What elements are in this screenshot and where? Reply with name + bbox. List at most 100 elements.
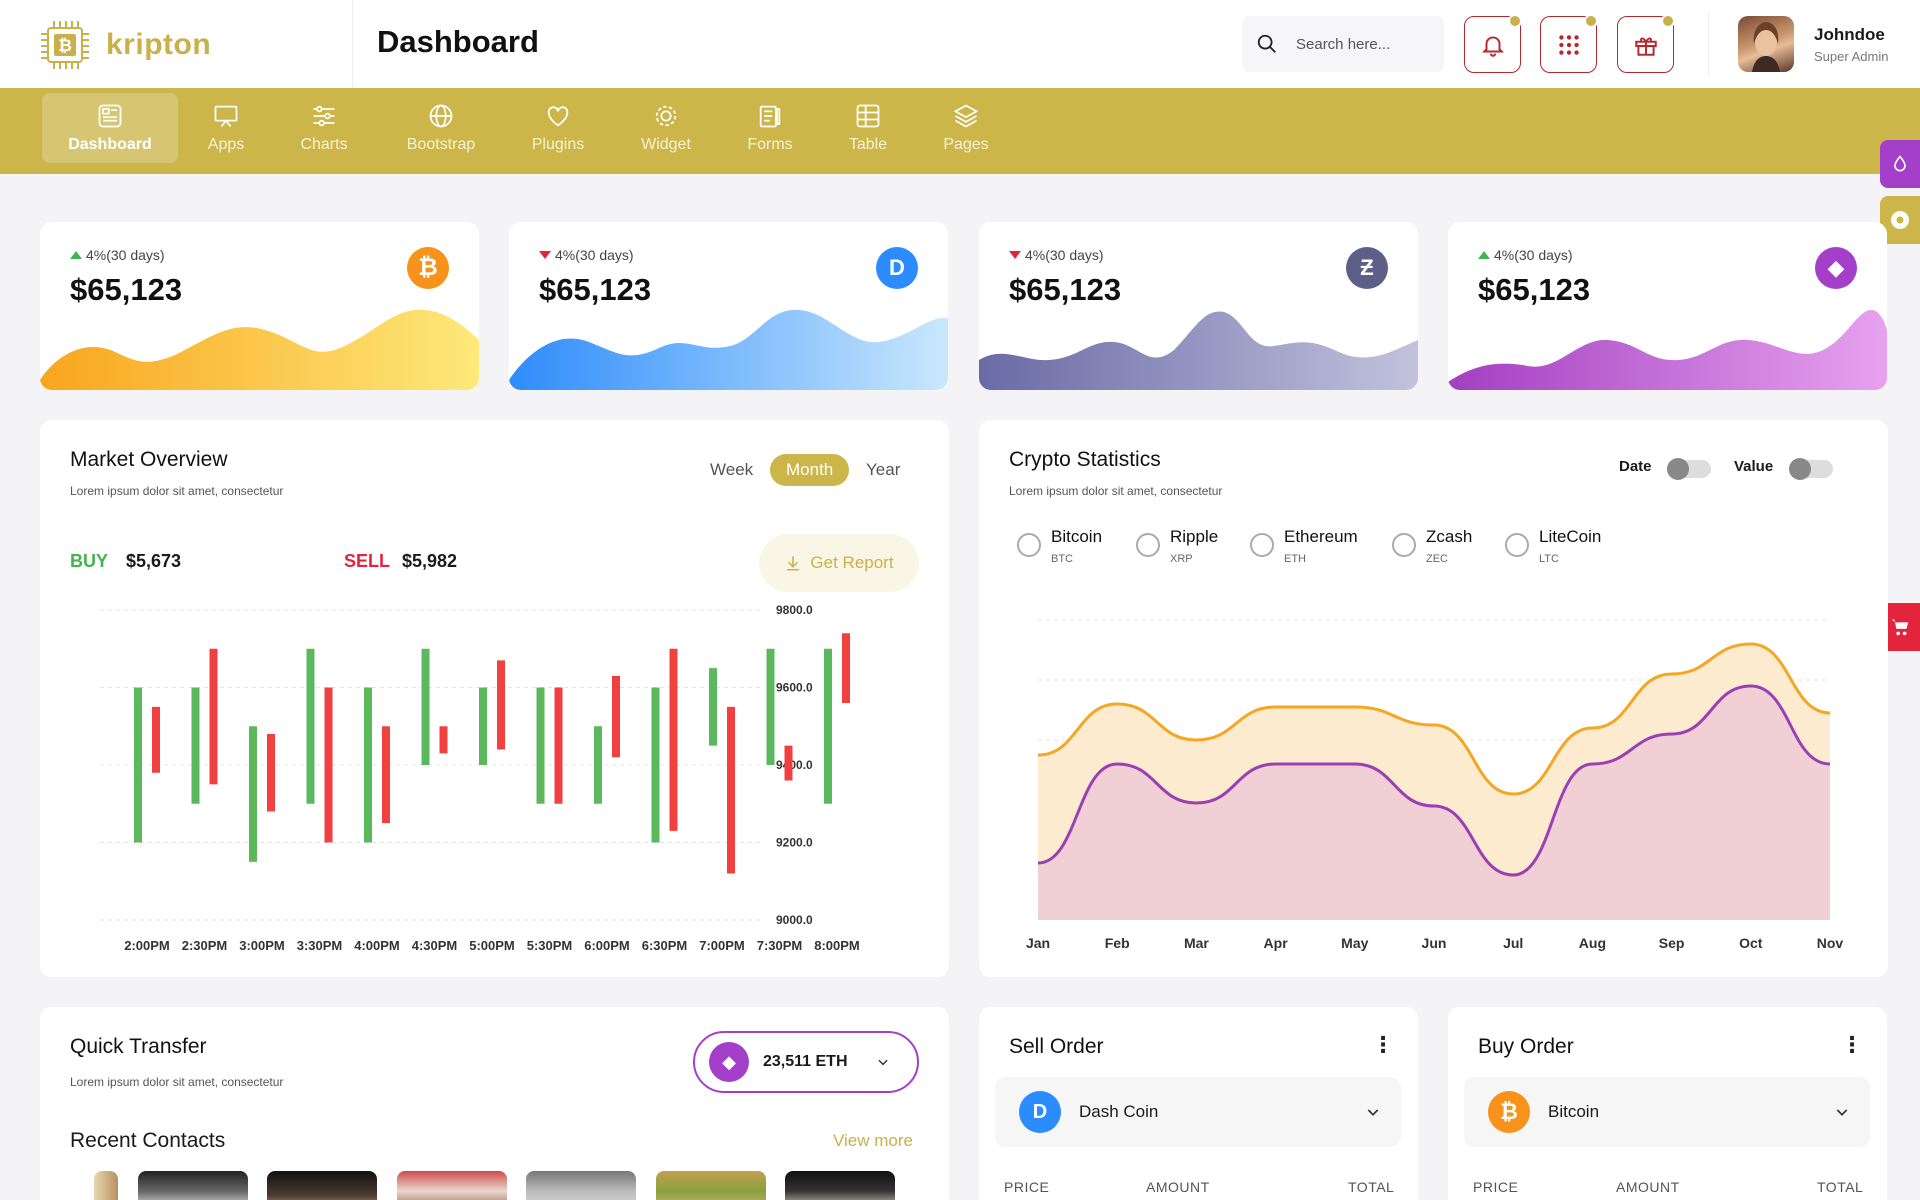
candle-up: [479, 687, 487, 765]
coin-option-ripple[interactable]: Ripple XRP: [1136, 527, 1218, 565]
date-toggle-label: Date: [1619, 458, 1652, 475]
candle-down: [382, 726, 390, 824]
candle-down: [439, 726, 448, 754]
date-toggle[interactable]: [1667, 458, 1711, 480]
y-tick-label: 9600.0: [776, 681, 813, 695]
chevron-down-icon: [1367, 1109, 1379, 1116]
sell-col-total: TOTAL: [1348, 1179, 1395, 1195]
radio-button[interactable]: [1505, 533, 1529, 557]
buy-col-amount: AMOUNT: [1616, 1179, 1680, 1195]
radio-button[interactable]: [1392, 533, 1416, 557]
stat-change-text: 4%(30 days): [86, 247, 165, 263]
search-box[interactable]: [1242, 16, 1444, 72]
trend-down-icon: [1009, 251, 1021, 259]
contact-avatar[interactable]: [785, 1171, 895, 1200]
dashboard-icon: [98, 104, 122, 128]
gift-button[interactable]: [1617, 14, 1675, 73]
view-more-link[interactable]: View more: [833, 1131, 913, 1151]
candle-down: [267, 734, 275, 812]
nav-table[interactable]: Table: [838, 93, 898, 163]
chevron-down-icon: [877, 1059, 888, 1066]
get-report-button[interactable]: Get Report: [759, 534, 919, 592]
buy-col-total: TOTAL: [1817, 1179, 1864, 1195]
coin-option-zcash[interactable]: Zcash ZEC: [1392, 527, 1472, 565]
candle-down: [784, 745, 793, 781]
notification-button[interactable]: [1464, 14, 1522, 73]
top-header: ₿ kripton Dashboard Johndoe Super Admin: [0, 0, 1920, 88]
buy-coin-select[interactable]: ₿ Bitcoin: [1464, 1077, 1870, 1147]
candle-up: [306, 648, 315, 804]
period-week[interactable]: Week: [710, 460, 753, 480]
y-tick-label: 9400.0: [776, 758, 813, 772]
candle-up: [364, 687, 372, 843]
nav-label: Table: [848, 136, 888, 153]
layers-icon: [953, 104, 979, 128]
stat-change-text: 4%(30 days): [1025, 247, 1104, 263]
more-options-icon[interactable]: ⋮: [1841, 1034, 1863, 1056]
currency-select[interactable]: ◆ 23,511 ETH: [693, 1031, 919, 1093]
nav-dashboard[interactable]: Dashboard: [42, 93, 178, 163]
contact-avatar[interactable]: [138, 1171, 248, 1200]
period-month[interactable]: Month: [770, 454, 850, 486]
contact-avatar[interactable]: [526, 1171, 636, 1200]
y-tick-label: 9800.0: [776, 603, 813, 617]
nav-plugins[interactable]: Plugins: [522, 93, 594, 163]
dash-icon: D: [1019, 1091, 1061, 1133]
candle-up: [536, 687, 545, 804]
buy-order-title: Buy Order: [1478, 1035, 1574, 1058]
sell-col-price: PRICE: [1004, 1179, 1050, 1195]
crypto-area-chart: Jan Feb Mar Apr May Jun Jul Aug Sep Oct Nov: [1026, 619, 1843, 951]
x-tick-label: 2:00PM: [124, 938, 170, 953]
nav-widget[interactable]: Widget: [632, 93, 700, 163]
coin-code: LTC: [1539, 553, 1559, 565]
period-year[interactable]: Year: [866, 460, 900, 480]
nav-pages[interactable]: Pages: [936, 93, 996, 163]
apps-grid-button[interactable]: [1540, 14, 1598, 73]
buy-label: BUY: [70, 551, 109, 571]
nav-forms[interactable]: Forms: [740, 93, 800, 163]
transfer-amount: 23,511 ETH: [763, 1053, 848, 1070]
more-options-icon[interactable]: ⋮: [1372, 1034, 1394, 1056]
stat-wave: [40, 309, 479, 390]
brand-logo[interactable]: ₿ kripton: [38, 18, 211, 72]
candle-down: [727, 706, 735, 874]
nav-charts[interactable]: Charts: [288, 93, 360, 163]
gear-icon: [655, 105, 677, 127]
radio-button[interactable]: [1136, 533, 1160, 557]
contact-avatar[interactable]: [267, 1171, 377, 1200]
contact-avatar[interactable]: [397, 1171, 507, 1200]
candle-down: [842, 633, 850, 703]
contact-avatar[interactable]: [656, 1171, 766, 1200]
radio-button[interactable]: [1017, 533, 1041, 557]
stat-card-ethereum: 4%(30 days) $65,123 ◆: [1448, 222, 1887, 390]
header-divider: [352, 0, 353, 88]
coin-option-litecoin[interactable]: LiteCoin LTC: [1505, 527, 1601, 565]
transfer-title: Quick Transfer: [70, 1035, 207, 1058]
radio-button[interactable]: [1250, 533, 1274, 557]
user-avatar[interactable]: [1738, 16, 1794, 72]
coin-name: Ripple: [1170, 527, 1219, 546]
search-input[interactable]: [1296, 35, 1416, 53]
sell-coin-select[interactable]: D Dash Coin: [995, 1077, 1401, 1147]
coin-option-bitcoin[interactable]: Bitcoin BTC: [1017, 527, 1102, 565]
settings-icon: [1891, 211, 1909, 229]
table-icon: [856, 104, 880, 128]
stat-change-text: 4%(30 days): [1494, 247, 1573, 263]
candle-up: [421, 648, 430, 765]
theme-color-button[interactable]: [1880, 140, 1920, 188]
value-toggle[interactable]: [1789, 458, 1833, 480]
nav-apps[interactable]: Apps: [196, 93, 256, 163]
nav-label: Bootstrap: [406, 136, 476, 153]
x-tick-label: 4:00PM: [354, 938, 400, 953]
coin-option-ethereum[interactable]: Ethereum ETH: [1250, 527, 1358, 565]
value-toggle-label: Value: [1734, 458, 1774, 475]
nav-bootstrap[interactable]: Bootstrap: [396, 93, 486, 163]
dash-icon: D: [876, 247, 918, 289]
crypto-subtitle: Lorem ipsum dolor sit amet, consectetur: [1009, 484, 1223, 498]
candle-up: [594, 726, 602, 804]
contact-avatar[interactable]: [94, 1171, 118, 1200]
nav-label: Dashboard: [68, 136, 152, 153]
user-role: Super Admin: [1814, 49, 1889, 64]
stat-wave: [509, 309, 948, 390]
globe-icon: [429, 104, 453, 128]
